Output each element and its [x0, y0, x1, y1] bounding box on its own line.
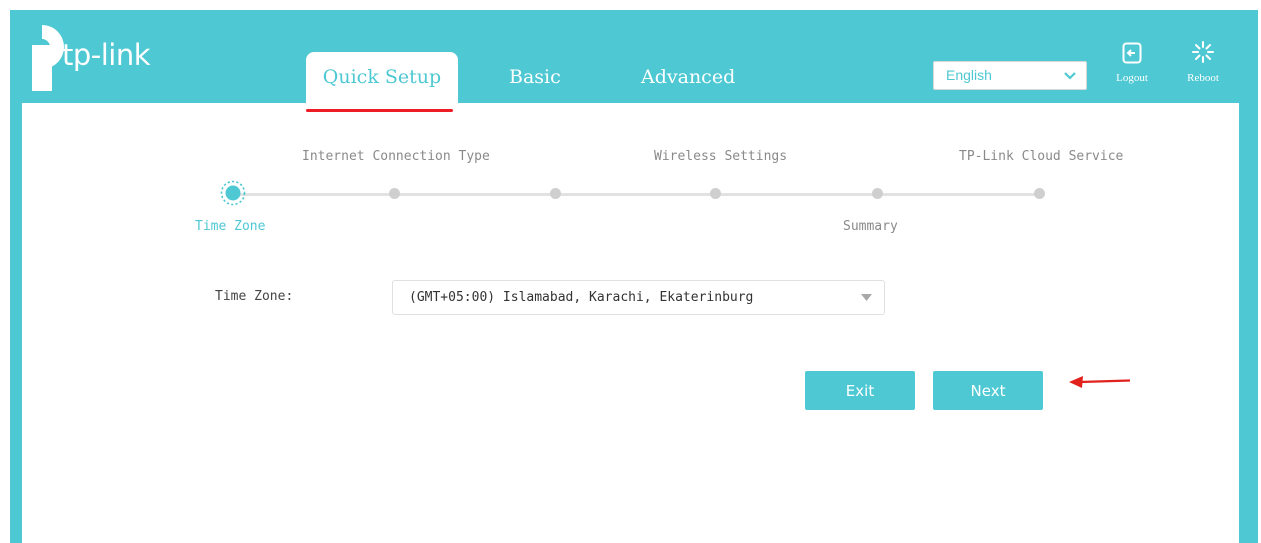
caret-down-icon	[861, 294, 872, 301]
step-label-time-zone: Time Zone	[195, 219, 266, 234]
step-dot-internet-connection-type	[389, 188, 400, 199]
reboot-label: Reboot	[1187, 72, 1219, 84]
reboot-button[interactable]: Reboot	[1178, 40, 1228, 90]
tab-label: Quick Setup	[322, 66, 442, 88]
step-dot-3	[550, 188, 561, 199]
step-dot-summary	[872, 188, 883, 199]
language-select[interactable]: English	[933, 61, 1087, 90]
exit-button[interactable]: Exit	[805, 371, 915, 410]
step-label-internet-connection-type: Internet Connection Type	[302, 149, 490, 164]
chevron-down-icon	[1064, 72, 1076, 80]
active-tab-underline	[306, 109, 453, 112]
tab-basic[interactable]: Basic	[509, 66, 561, 88]
logout-label: Logout	[1116, 72, 1148, 84]
step-label-summary: Summary	[843, 219, 898, 234]
step-label-tp-link-cloud-service: TP-Link Cloud Service	[959, 149, 1124, 164]
language-select-value: English	[946, 67, 992, 83]
logout-icon	[1122, 42, 1142, 64]
progress-track	[233, 193, 1040, 196]
time-zone-select-value: (GMT+05:00) Islamabad, Karachi, Ekaterin…	[409, 290, 754, 305]
main-content-panel	[22, 103, 1239, 543]
tab-advanced[interactable]: Advanced	[641, 66, 735, 88]
brand-logo-text: tp-link	[62, 38, 151, 72]
time-zone-select[interactable]: (GMT+05:00) Islamabad, Karachi, Ekaterin…	[392, 280, 885, 315]
step-dot-wireless-settings	[710, 188, 721, 199]
reboot-icon	[1192, 41, 1214, 63]
step-dot-tp-link-cloud-service	[1034, 188, 1045, 199]
time-zone-label: Time Zone:	[215, 289, 294, 304]
red-arrow-icon	[1069, 376, 1131, 388]
logout-button[interactable]: Logout	[1107, 40, 1157, 90]
tab-quick-setup[interactable]: Quick Setup	[306, 52, 458, 103]
step-current-indicator	[220, 180, 246, 206]
step-label-wireless-settings: Wireless Settings	[654, 149, 788, 164]
next-button[interactable]: Next	[933, 371, 1043, 410]
